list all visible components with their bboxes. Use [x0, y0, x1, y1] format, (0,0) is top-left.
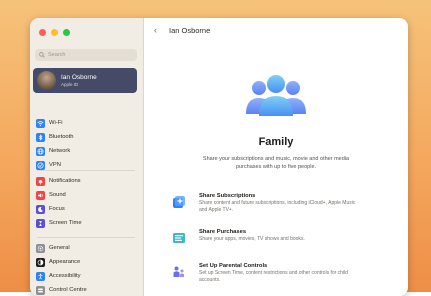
sidebar-item-label: Appearance — [49, 259, 81, 265]
feature-title: Share Subscriptions — [199, 193, 256, 199]
appearance-icon — [36, 257, 45, 267]
window-controls — [39, 29, 70, 36]
sidebar-item-label: Network — [49, 148, 71, 154]
sidebar-item-notifications[interactable]: Notifications — [33, 175, 139, 187]
sidebar-item-network[interactable]: Network — [33, 145, 139, 157]
sidebar-item-screen-time[interactable]: Screen Time — [33, 217, 139, 229]
sidebar-item-label: Accessibility — [49, 273, 81, 279]
bell-icon — [36, 176, 45, 186]
user-subtitle: Apple ID — [61, 81, 79, 87]
sidebar-divider — [37, 170, 135, 171]
close-button[interactable] — [39, 29, 46, 36]
subscriptions-icon — [172, 195, 186, 209]
sidebar-item-label: General — [49, 245, 70, 251]
sidebar-item-appearance[interactable]: Appearance — [33, 256, 139, 268]
avatar — [37, 71, 56, 90]
page-title: Ian Osborne — [169, 25, 211, 35]
feature-description: Set up Screen Time, content restrictions… — [199, 270, 348, 283]
sidebar-item-label: VPN — [49, 162, 61, 168]
sidebar-group-network: Wi-Fi Bluetooth Network VPN — [33, 117, 139, 173]
family-title: Family — [258, 136, 294, 148]
purchases-icon — [172, 231, 186, 245]
moon-icon — [36, 204, 45, 214]
sidebar-item-label: Focus — [49, 206, 65, 212]
sidebar-group-general: General Appearance Accessibility Control… — [33, 237, 139, 296]
sidebar-item-apple-id[interactable]: Ian Osborne Apple ID — [33, 68, 137, 93]
accessibility-icon — [36, 271, 45, 281]
feature-title: Share Purchases — [199, 229, 247, 235]
feature-share-purchases: Share Purchases Share your apps, movies,… — [172, 229, 392, 257]
sidebar-item-accessibility[interactable]: Accessibility — [33, 270, 139, 282]
sidebar-item-control-centre[interactable]: Control Centre — [33, 284, 139, 296]
search-placeholder: Search — [48, 52, 66, 58]
parental-controls-icon — [172, 265, 186, 279]
sidebar-item-label: Screen Time — [49, 220, 82, 226]
sidebar-group-notifications: Notifications Sound Focus Screen Time — [33, 170, 139, 231]
search-field[interactable]: Search — [35, 49, 137, 61]
vpn-icon — [36, 160, 45, 170]
sidebar-item-sound[interactable]: Sound — [33, 189, 139, 201]
zoom-button[interactable] — [63, 29, 70, 36]
feature-description: Share content and future subscriptions, … — [199, 200, 356, 213]
sidebar-item-label: Notifications — [49, 178, 81, 184]
toolbar: ‹ Ian Osborne — [144, 18, 408, 42]
sidebar-item-label: Bluetooth — [49, 134, 74, 140]
hourglass-icon — [36, 218, 45, 228]
sidebar-item-general[interactable]: General — [33, 242, 139, 254]
sidebar-item-bluetooth[interactable]: Bluetooth — [33, 131, 139, 143]
sidebar-item-label: Control Centre — [49, 287, 87, 293]
system-settings-window: Search Ian Osborne Apple ID Wi-Fi Blueto… — [30, 18, 408, 296]
sidebar-item-wifi[interactable]: Wi-Fi — [33, 117, 139, 129]
family-description: Share your subscriptions and music, movi… — [202, 156, 350, 170]
sidebar-item-label: Sound — [49, 192, 66, 198]
sidebar: Search Ian Osborne Apple ID Wi-Fi Blueto… — [30, 18, 144, 296]
feature-share-subscriptions: Share Subscriptions Share content and fu… — [172, 193, 392, 221]
search-icon — [39, 52, 45, 58]
back-button[interactable]: ‹ — [154, 25, 157, 35]
user-name: Ian Osborne — [61, 73, 97, 81]
main-pane: ‹ Ian Osborne Family Share your subscrip… — [144, 18, 408, 296]
wifi-icon — [36, 118, 45, 128]
bluetooth-icon — [36, 132, 45, 142]
feature-description: Share your apps, movies, TV shows and bo… — [199, 236, 305, 242]
feature-title: Set Up Parental Controls — [199, 263, 268, 269]
sidebar-divider — [37, 237, 135, 238]
speaker-icon — [36, 190, 45, 200]
globe-icon — [36, 146, 45, 156]
feature-parental-controls: Set Up Parental Controls Set up Screen T… — [172, 263, 392, 291]
family-icon — [246, 75, 306, 116]
minimize-button[interactable] — [51, 29, 58, 36]
sidebar-item-label: Wi-Fi — [49, 120, 63, 126]
control-centre-icon — [36, 285, 45, 295]
sidebar-item-focus[interactable]: Focus — [33, 203, 139, 215]
gear-icon — [36, 243, 45, 253]
